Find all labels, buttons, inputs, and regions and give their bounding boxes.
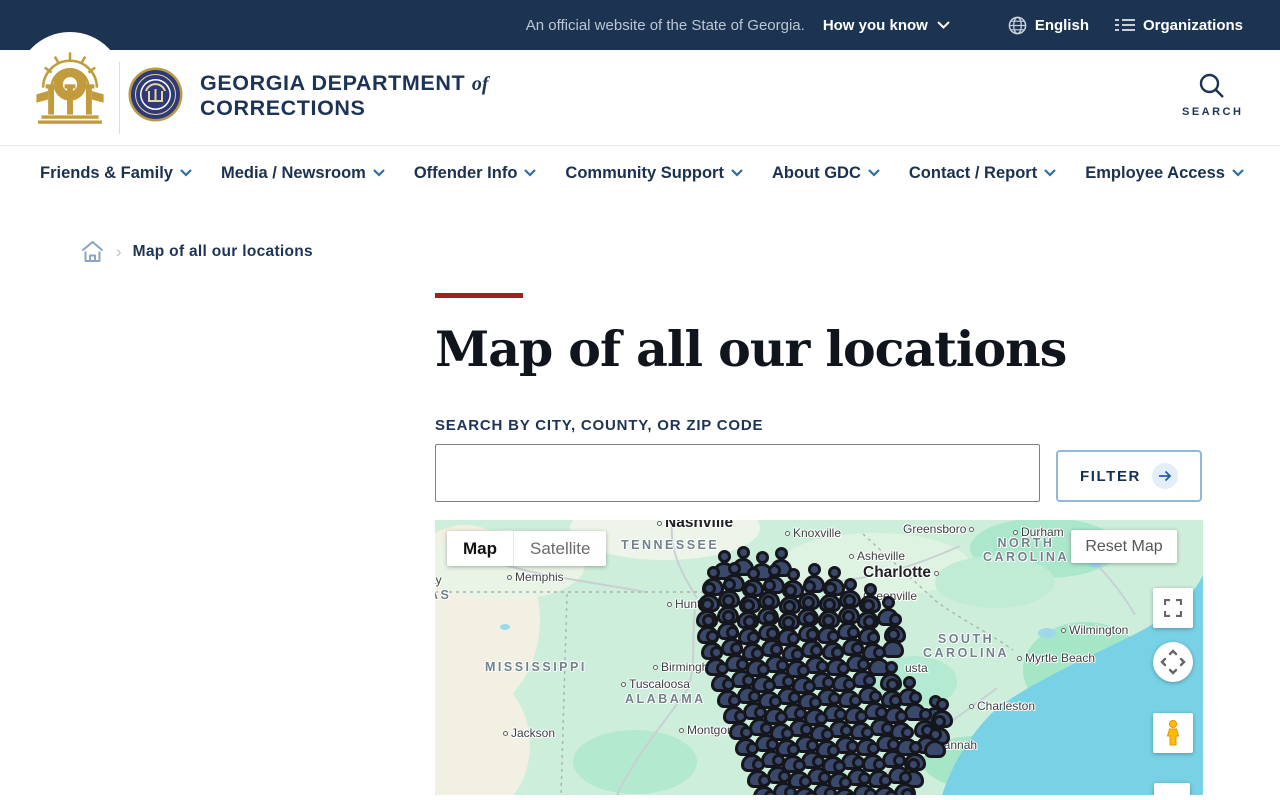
nav-employee-access[interactable]: Employee Access [1085,164,1244,183]
search-button[interactable]: SEARCH [1182,72,1241,118]
map-label: Greensboro [903,522,975,536]
locations-map[interactable]: Nashville Knoxville TENNESSEE Greensboro Dur… [435,520,1203,796]
satellite-view-button[interactable]: Satellite [514,531,606,566]
list-icon [1114,19,1135,31]
breadcrumb-separator: › [116,241,122,261]
search-row: FILTER [435,444,1203,503]
main-content: Map of all our locations SEARCH BY CITY,… [435,293,1203,796]
map-search-label: SEARCH BY CITY, COUNTY, OR ZIP CODE [435,417,764,435]
utility-bar: An official website of the State of Geor… [0,0,1280,50]
nav-media-newsroom[interactable]: Media / Newsroom [221,164,385,183]
home-link[interactable] [80,240,105,263]
gdc-seal [128,67,183,127]
chevron-down-icon [937,21,950,29]
nav-friends-family[interactable]: Friends & Family [40,164,192,183]
map-label: Asheville [849,549,905,563]
how-you-know-button[interactable]: How you know [823,17,950,34]
chevron-down-icon [868,169,880,177]
map-label: Jackson [503,726,555,740]
filter-button[interactable]: FILTER [1056,450,1202,503]
arch-icon [36,52,104,124]
fullscreen-icon [1164,599,1182,618]
map-label: AS [435,588,452,603]
pegman-icon [1166,720,1180,746]
nav-contact-report[interactable]: Contact / Report [909,164,1057,183]
search-icon [1199,73,1224,98]
chevron-down-icon [180,169,192,177]
pan-icon [1160,649,1186,676]
arrow-right-icon [1151,463,1178,490]
reset-map-button[interactable]: Reset Map [1071,530,1177,564]
map-label: TENNESSEE [621,538,720,553]
map-type-control: Map Satellite [447,531,607,567]
nav-offender-info[interactable]: Offender Info [414,164,537,183]
site-header: GEORGIA DEPARTMENT of CORRECTIONS SEARCH [0,32,1280,146]
fullscreen-button[interactable] [1153,588,1193,629]
map-label: ALABAMA [625,692,706,707]
nav-about-gdc[interactable]: About GDC [772,164,880,183]
zoom-control[interactable] [1154,783,1190,796]
header-divider [119,62,120,134]
chevron-down-icon [373,169,385,177]
map-label: Tuscaloosa [621,677,690,691]
main-navigation: Friends & Family Media / Newsroom Offend… [0,146,1280,200]
map-label: Wilmington [1061,623,1128,637]
agency-title[interactable]: GEORGIA DEPARTMENT of CORRECTIONS [200,71,488,120]
chevron-down-icon [1232,169,1244,177]
page-title: Map of all our locations [435,320,1067,378]
chevron-down-icon [731,169,743,177]
street-view-pegman[interactable] [1153,713,1193,754]
language-selector[interactable]: English [1008,16,1089,35]
map-label: Memphis [507,570,564,584]
map-label: Nashville [657,520,733,532]
map-view-button[interactable]: Map [447,531,513,566]
map-label: NORTH CAROLINA [983,536,1069,565]
map-label: SOUTH CAROLINA [923,632,1009,661]
georgia-arch-logo[interactable] [16,32,124,140]
organizations-link[interactable]: Organizations [1114,17,1243,34]
accent-bar [435,293,523,298]
globe-icon [1008,16,1027,34]
breadcrumb: › Map of all our locations [80,240,1280,263]
chevron-down-icon [1044,169,1057,177]
map-label: Myrtle Beach [1017,651,1095,665]
map-label: Charleston [969,699,1035,713]
nav-community-support[interactable]: Community Support [565,164,743,183]
chevron-down-icon [524,169,537,177]
map-label: MISSISSIPPI [485,660,587,675]
map-label: Charlotte [863,564,940,582]
location-marker[interactable] [895,788,923,796]
official-website-text: An official website of the State of Geor… [525,16,805,34]
map-search-input[interactable] [435,444,1040,503]
map-label: ay [435,573,442,588]
breadcrumb-current: Map of all our locations [132,242,313,260]
home-icon [82,241,103,262]
map-label: Knoxville [785,526,841,540]
